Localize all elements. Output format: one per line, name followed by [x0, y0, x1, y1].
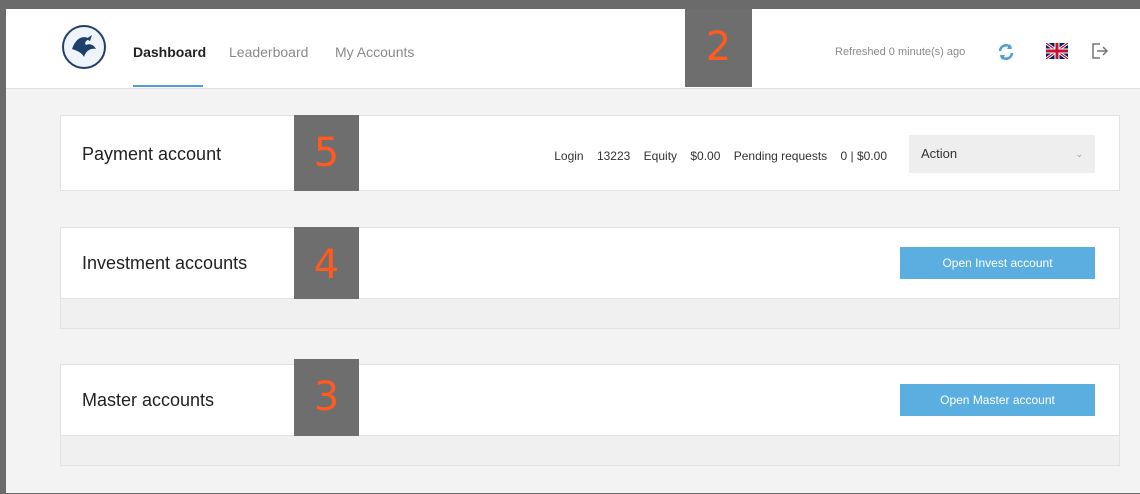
investment-accounts-list — [60, 299, 1120, 329]
master-accounts-title: Master accounts — [82, 390, 215, 410]
payment-account-card: Payment account Login 13223 Equity $0.00… — [60, 115, 1120, 191]
annotation-badge-4: 4 — [294, 227, 359, 299]
nav-my-accounts[interactable]: My Accounts — [335, 44, 414, 60]
refresh-status: Refreshed 0 minute(s) ago — [835, 46, 966, 58]
master-accounts-card: Master accounts Open Master account — [60, 364, 1120, 436]
active-tab-indicator — [133, 85, 203, 87]
nav-dashboard[interactable]: Dashboard — [133, 44, 206, 60]
nav-leaderboard[interactable]: Leaderboard — [229, 44, 308, 60]
open-master-account-button[interactable]: Open Master account — [900, 384, 1095, 416]
pending-requests-label: Pending requests — [733, 149, 828, 163]
investment-accounts-title: Investment accounts — [82, 253, 248, 273]
refresh-icon[interactable] — [996, 42, 1016, 62]
annotation-badge-5: 5 — [294, 115, 359, 191]
company-logo[interactable] — [62, 25, 106, 69]
login-value: 13223 — [596, 149, 631, 163]
annotation-badge-2: 2 — [685, 9, 752, 87]
annotation-badge-3: 3 — [294, 359, 359, 436]
login-label: Login — [554, 149, 584, 163]
chevron-down-icon: ⌄ — [1075, 149, 1083, 159]
logout-icon[interactable] — [1089, 41, 1109, 61]
app-frame: Dashboard Leaderboard My Accounts Refres… — [6, 9, 1140, 493]
equity-value: $0.00 — [690, 149, 721, 163]
uk-flag-icon[interactable] — [1045, 41, 1069, 61]
investment-accounts-card: Investment accounts Open Invest account — [60, 227, 1120, 299]
open-invest-account-button[interactable]: Open Invest account — [900, 247, 1095, 279]
equity-label: Equity — [643, 149, 678, 163]
payment-info-row: Login 13223 Equity $0.00 Pending request… — [550, 149, 887, 163]
eagle-logo-icon — [65, 28, 103, 66]
payment-account-title: Payment account — [82, 144, 222, 164]
master-accounts-list — [60, 436, 1120, 466]
pending-requests-value: 0 | $0.00 — [840, 149, 888, 163]
action-dropdown-value: Action — [921, 146, 958, 161]
top-header: Dashboard Leaderboard My Accounts Refres… — [6, 9, 1140, 89]
action-dropdown[interactable]: Action ⌄ — [909, 135, 1095, 173]
